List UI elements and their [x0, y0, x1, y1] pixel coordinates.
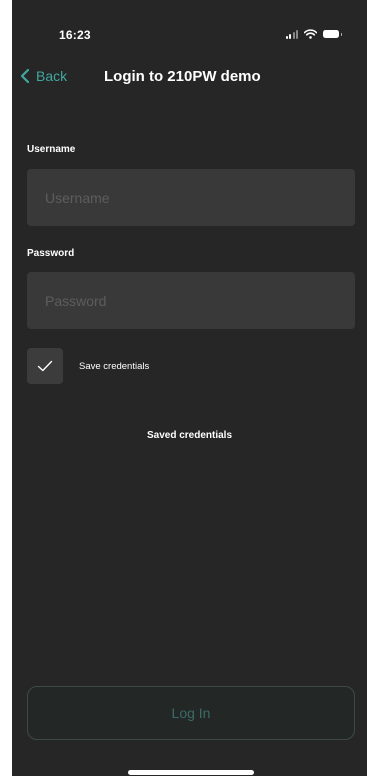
status-bar: 16:23	[12, 0, 367, 50]
page-title: Login to 210PW demo	[104, 68, 261, 85]
back-button[interactable]: Back	[18, 68, 67, 84]
save-credentials-label: Save credentials	[79, 360, 150, 372]
login-button[interactable]: Log In	[27, 686, 355, 740]
save-credentials-checkbox[interactable]	[27, 348, 63, 384]
username-input[interactable]	[27, 169, 355, 226]
wifi-icon	[304, 29, 317, 39]
password-input[interactable]	[27, 272, 355, 329]
login-screen: 16:23 Back Login to 210PW demo Username …	[12, 0, 367, 776]
signal-icon	[285, 30, 298, 39]
password-label: Password	[27, 248, 75, 259]
status-icons	[285, 29, 342, 39]
navigation-bar: Back Login to 210PW demo	[12, 60, 367, 96]
home-indicator	[128, 770, 254, 775]
battery-icon	[323, 30, 342, 38]
checkmark-icon	[37, 360, 53, 372]
chevron-left-icon	[20, 68, 30, 84]
status-time: 16:23	[59, 28, 91, 42]
save-credentials-row[interactable]: Save credentials	[27, 348, 149, 384]
back-button-label: Back	[36, 68, 68, 84]
username-label: Username	[27, 144, 76, 155]
saved-credentials-heading: Saved credentials	[146, 430, 233, 441]
